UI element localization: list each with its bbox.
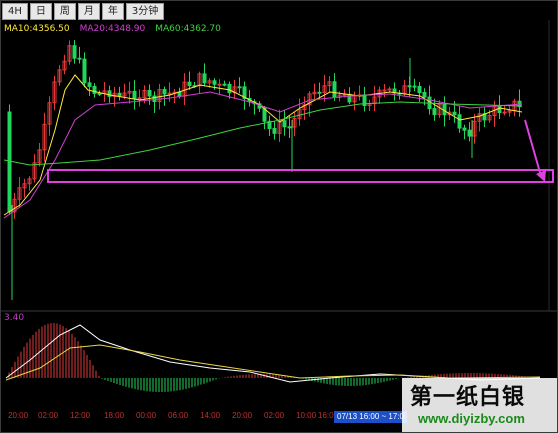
time-label: 10:00	[296, 411, 317, 420]
candle-body	[212, 80, 217, 85]
ma10-line	[3, 74, 523, 216]
candle-body	[382, 89, 387, 92]
watermark-logo: 第一纸白银 www.diyizby.com	[402, 378, 557, 432]
candle-body	[272, 127, 277, 134]
candle-body	[422, 91, 427, 98]
candle-body	[147, 89, 152, 97]
time-label: 12:00	[70, 411, 91, 420]
candle-body	[97, 92, 102, 95]
ma10-label: MA10:4356.50	[4, 24, 70, 34]
period-toolbar: 4H 日 周 月 年 3分钟	[2, 3, 165, 20]
candle-body	[417, 85, 422, 93]
candle-body	[227, 83, 232, 94]
candle-body	[332, 81, 337, 98]
candle-body	[177, 91, 182, 97]
candle-body	[282, 120, 287, 128]
candle-body	[162, 89, 167, 95]
candle-body	[222, 83, 227, 86]
indicator-value-label: 3.40	[4, 313, 25, 323]
trend-arrow-line	[524, 119, 542, 177]
candle-body	[187, 81, 192, 87]
time-label: 14:00	[200, 411, 221, 420]
candle-body	[432, 108, 437, 116]
candle-body	[217, 83, 222, 86]
tab-day[interactable]: 日	[29, 3, 52, 20]
time-label: 02:00	[38, 411, 59, 420]
time-label: 20:00	[8, 411, 29, 420]
time-label: 20:00	[232, 411, 253, 420]
watermark-title: 第一纸白银	[410, 385, 526, 410]
time-label: 18:00	[104, 411, 125, 420]
time-tooltip: 07/13 16:00 ~ 17:0	[334, 411, 407, 423]
candle-body	[132, 90, 137, 100]
time-label: 02:00	[264, 411, 285, 420]
ma20-label: MA20:4348.90	[79, 24, 146, 34]
candle-body	[497, 105, 502, 114]
candle-body	[457, 114, 462, 129]
time-label: 00:00	[136, 411, 157, 420]
candle-body	[82, 58, 87, 84]
candle-body	[92, 85, 97, 94]
candle-body	[462, 127, 467, 131]
candle-body	[117, 92, 122, 97]
candle-body	[72, 45, 77, 59]
candle-body	[77, 57, 82, 60]
trend-arrow-head	[536, 170, 546, 182]
tab-year[interactable]: 年	[101, 3, 124, 20]
candle-body	[317, 91, 322, 94]
watermark-url: www.diyizby.com	[418, 411, 525, 426]
time-label: 06:00	[168, 411, 189, 420]
candle-body	[7, 111, 12, 213]
candle-body	[502, 111, 507, 114]
candle-body	[167, 92, 172, 95]
candle-body	[287, 126, 292, 129]
support-zone-box	[47, 169, 554, 183]
candle-body	[467, 129, 472, 137]
candle-body	[237, 86, 242, 89]
candle-body	[87, 82, 92, 87]
tab-4h[interactable]: 4H	[2, 3, 28, 20]
candle-body	[412, 85, 417, 88]
ma60-label: MA60:4362.70	[155, 24, 221, 34]
tab-week[interactable]: 周	[53, 3, 76, 20]
price-chart[interactable]	[0, 0, 558, 433]
candle-body	[452, 111, 457, 116]
ma-legend: MA10:4356.50 MA20:4348.90 MA60:4362.70	[4, 24, 221, 34]
tab-3min[interactable]: 3分钟	[125, 3, 165, 20]
tab-month[interactable]: 月	[77, 3, 100, 20]
candle-body	[202, 73, 207, 84]
candle-body	[152, 95, 157, 103]
